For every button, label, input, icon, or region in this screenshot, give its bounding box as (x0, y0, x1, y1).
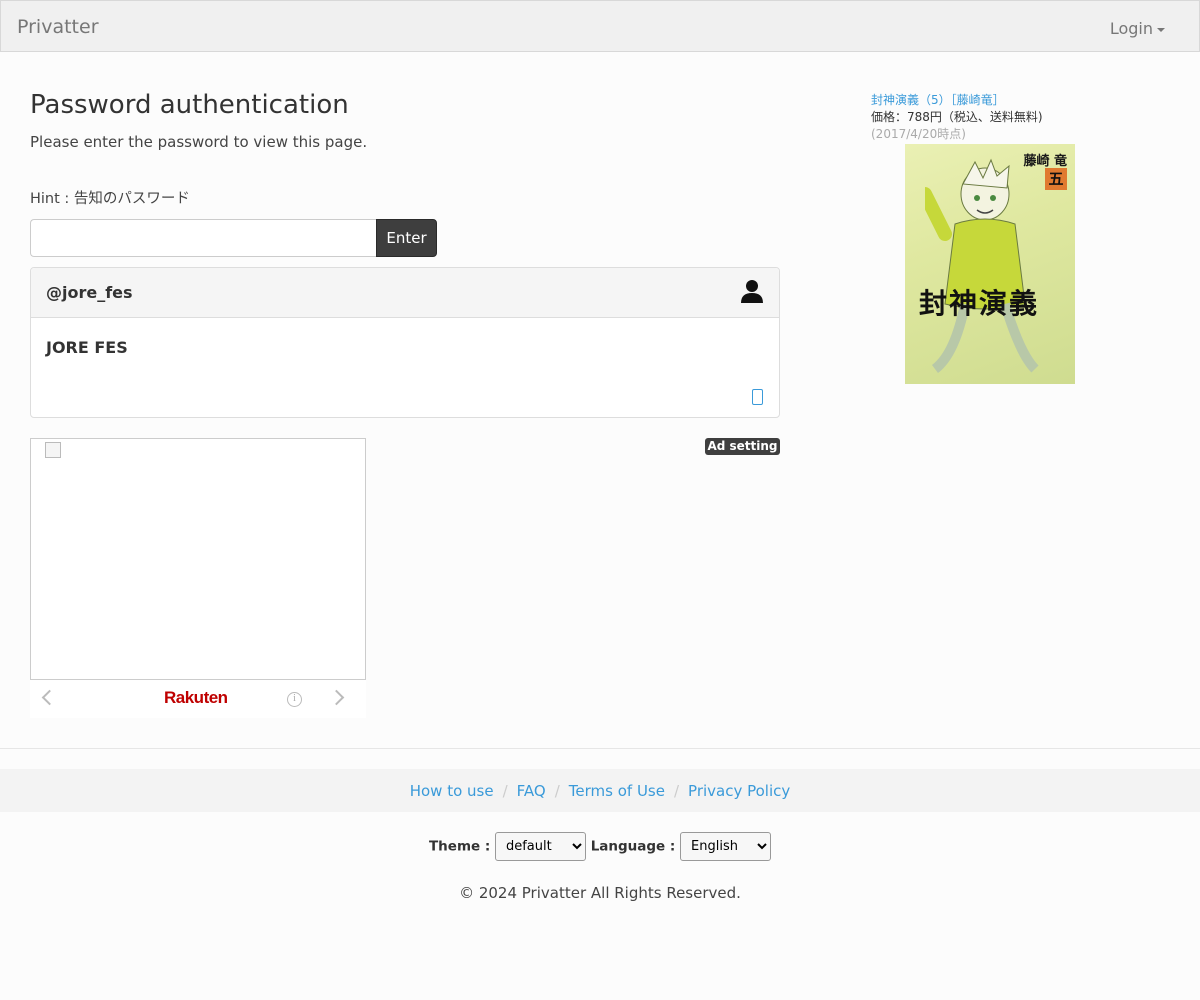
caret-down-icon[interactable] (1157, 28, 1165, 32)
footer-separator: / (502, 782, 508, 800)
broken-image-icon (45, 442, 61, 458)
user-card-header: @jore_fes (31, 268, 779, 318)
language-label: Language : (590, 838, 676, 855)
top-navbar: Privatter Login (0, 0, 1200, 52)
language-select[interactable]: English (680, 832, 772, 861)
ad-controls: Rakuten i (30, 680, 366, 718)
footer-link-faq[interactable]: FAQ (517, 782, 546, 800)
footer-link-how-to-use[interactable]: How to use (410, 782, 494, 800)
ad-setting-badge[interactable]: Ad setting (705, 438, 780, 455)
rakuten-logo[interactable]: Rakuten (164, 688, 228, 708)
manga-character-illustration (925, 158, 1039, 373)
display-name: JORE FES (46, 338, 128, 357)
footer-settings: Theme : default Language : English (0, 832, 1200, 862)
cover-volume-badge: 五 (1045, 168, 1067, 190)
info-icon[interactable]: i (287, 692, 302, 707)
footer-divider (0, 748, 1200, 749)
book-title-link[interactable]: 封神演義（5）［藤崎竜］ (871, 91, 1005, 108)
password-hint: Hint : 告知のパスワード (30, 191, 190, 207)
share-icon[interactable] (752, 389, 763, 405)
chevron-left-icon[interactable] (41, 689, 58, 706)
cover-title: 封神演義 (919, 287, 1040, 320)
page-subtitle: Please enter the password to view this p… (30, 133, 368, 151)
brand-logo[interactable]: Privatter (17, 16, 99, 38)
enter-button[interactable]: Enter (376, 219, 437, 257)
cover-author: 藤崎 竜 (1023, 154, 1067, 169)
theme-label: Theme : (428, 838, 491, 855)
footer-separator: / (554, 782, 560, 800)
copyright-text: © 2024 Privatter All Rights Reserved. (459, 884, 741, 902)
book-price: 価格：788円（税込、送料無料) (871, 110, 1043, 124)
footer-link-terms[interactable]: Terms of Use (569, 782, 665, 800)
chevron-right-icon[interactable] (328, 689, 345, 706)
footer-nav: How to use / FAQ / Terms of Use / Privacy Poli… (0, 769, 1200, 812)
login-dropdown[interactable]: Login (1110, 19, 1153, 38)
username[interactable]: @jore_fes (46, 283, 133, 302)
theme-select[interactable]: default (494, 832, 586, 861)
ad-banner[interactable] (30, 438, 366, 680)
password-input[interactable] (30, 219, 377, 257)
footer-link-privacy[interactable]: Privacy Policy (688, 782, 790, 800)
book-price-date: (2017/4/20時点) (871, 127, 966, 141)
user-card: @jore_fes JORE FES (30, 267, 780, 418)
user-icon[interactable] (741, 279, 763, 303)
page-title: Password authentication (30, 90, 349, 120)
footer-separator: / (673, 782, 680, 800)
book-cover-image[interactable]: 藤崎 竜 五 封神演義 (905, 144, 1075, 384)
